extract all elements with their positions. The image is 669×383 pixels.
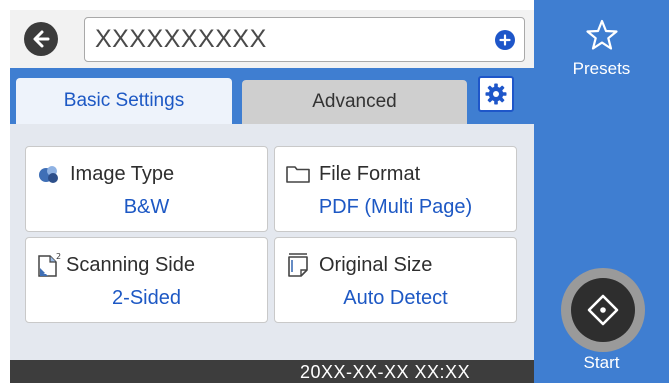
add-icon — [499, 34, 511, 46]
tab-bar: Basic Settings Advanced — [10, 68, 534, 124]
start-label: Start — [583, 353, 620, 372]
svg-text:1: 1 — [43, 268, 47, 276]
top-bar: XXXXXXXXXX — [10, 10, 534, 68]
destination-field[interactable]: XXXXXXXXXX — [84, 17, 525, 62]
star-icon — [585, 19, 618, 50]
folder-icon — [285, 161, 311, 187]
original-size-icon — [285, 252, 311, 278]
image-type-setting[interactable]: Image Type B&W — [25, 146, 268, 232]
settings-panel: Image Type B&W File Format PDF (Multi Pa… — [10, 124, 534, 360]
image-type-label: Image Type — [70, 162, 175, 185]
date-time: 20XX-XX-XX XX:XX — [300, 362, 471, 382]
settings-button[interactable] — [478, 76, 514, 112]
original-size-label: Original Size — [319, 253, 433, 276]
file-format-label: File Format — [319, 162, 421, 185]
start-diamond-icon — [587, 294, 619, 326]
scanning-side-icon: 1 2 — [36, 252, 62, 278]
file-format-value: PDF (Multi Page) — [318, 196, 473, 218]
tab-advanced[interactable]: Advanced — [242, 80, 467, 124]
original-size-setting[interactable]: Original Size Auto Detect — [274, 237, 517, 323]
back-arrow-icon — [33, 30, 50, 48]
scan-settings-screen: XXXXXXXXXX Basic Settings Advanced Image… — [0, 0, 669, 383]
image-type-icon — [36, 161, 62, 187]
presets-label: Presets — [572, 59, 631, 78]
original-size-value: Auto Detect — [343, 287, 448, 309]
svg-text:2: 2 — [56, 252, 61, 261]
scanning-side-value: 2-Sided — [112, 287, 181, 309]
add-destination-button[interactable] — [495, 30, 515, 50]
presets-button[interactable]: Presets — [534, 18, 669, 79]
right-sidebar: Presets Start — [534, 0, 669, 383]
file-format-setting[interactable]: File Format PDF (Multi Page) — [274, 146, 517, 232]
gear-icon — [485, 83, 507, 105]
destination-value: XXXXXXXXXX — [95, 25, 267, 53]
scanning-side-label: Scanning Side — [66, 253, 195, 276]
start-button[interactable] — [561, 268, 645, 352]
tab-basic-settings[interactable]: Basic Settings — [16, 78, 232, 124]
status-bar: 20XX-XX-XX XX:XX — [10, 360, 534, 383]
scanning-side-setting[interactable]: 1 2 Scanning Side 2-Sided — [25, 237, 268, 323]
back-button[interactable] — [24, 22, 58, 56]
image-type-value: B&W — [123, 196, 170, 218]
